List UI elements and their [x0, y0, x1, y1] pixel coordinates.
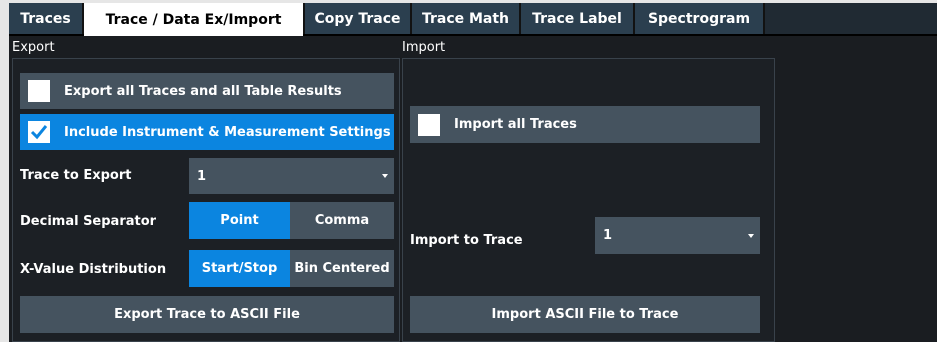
- export-title: Export: [12, 40, 55, 55]
- import-all-checkbox-row[interactable]: Import all Traces: [410, 106, 760, 143]
- chevron-down-icon: [748, 233, 754, 238]
- checkmark-icon: [30, 125, 48, 140]
- import-all-label: Import all Traces: [454, 117, 577, 132]
- decimal-point-option[interactable]: Point: [189, 202, 290, 239]
- import-to-trace-dropdown[interactable]: 1: [595, 217, 760, 254]
- tab-trace-label[interactable]: Trace Label: [521, 3, 633, 34]
- tab-bar-filler: [765, 3, 937, 34]
- include-settings-checkbox[interactable]: [28, 121, 50, 143]
- include-settings-label: Include Instrument & Measurement Setting…: [64, 124, 391, 140]
- decimal-comma-option[interactable]: Comma: [290, 202, 394, 239]
- export-all-label: Export all Traces and all Table Results: [64, 83, 342, 99]
- export-trace-button[interactable]: Export Trace to ASCII File: [20, 296, 394, 333]
- trace-to-export-value: 1: [197, 168, 207, 184]
- tab-traces[interactable]: Traces: [9, 3, 82, 34]
- import-title: Import: [402, 40, 446, 55]
- import-ascii-button[interactable]: Import ASCII File to Trace: [410, 296, 760, 333]
- bin-centered-option[interactable]: Bin Centered: [290, 250, 394, 287]
- tab-spectrogram[interactable]: Spectrogram: [635, 3, 763, 34]
- decimal-separator-label: Decimal Separator: [20, 214, 157, 229]
- trace-dialog: Traces Trace / Data Ex/Import Copy Trace…: [9, 3, 937, 342]
- include-settings-checkbox-row[interactable]: Include Instrument & Measurement Setting…: [20, 114, 394, 150]
- x-value-distribution-label: X-Value Distribution: [20, 262, 167, 277]
- tab-copy-trace[interactable]: Copy Trace: [305, 3, 410, 34]
- import-to-trace-label: Import to Trace: [410, 233, 523, 248]
- export-all-checkbox[interactable]: [28, 80, 50, 102]
- export-all-checkbox-row[interactable]: Export all Traces and all Table Results: [20, 73, 394, 109]
- start-stop-option[interactable]: Start/Stop: [189, 250, 290, 287]
- trace-to-export-dropdown[interactable]: 1: [189, 158, 394, 194]
- trace-to-export-label: Trace to Export: [20, 168, 132, 183]
- chevron-down-icon: [382, 174, 388, 178]
- tab-bar: Traces Trace / Data Ex/Import Copy Trace…: [9, 3, 937, 36]
- import-to-trace-value: 1: [603, 228, 613, 243]
- tab-content: Export Export all Traces and all Table R…: [9, 36, 937, 342]
- tab-trace-data-ex-import[interactable]: Trace / Data Ex/Import: [84, 3, 303, 36]
- import-all-checkbox[interactable]: [418, 113, 440, 136]
- tab-trace-math[interactable]: Trace Math: [412, 3, 519, 34]
